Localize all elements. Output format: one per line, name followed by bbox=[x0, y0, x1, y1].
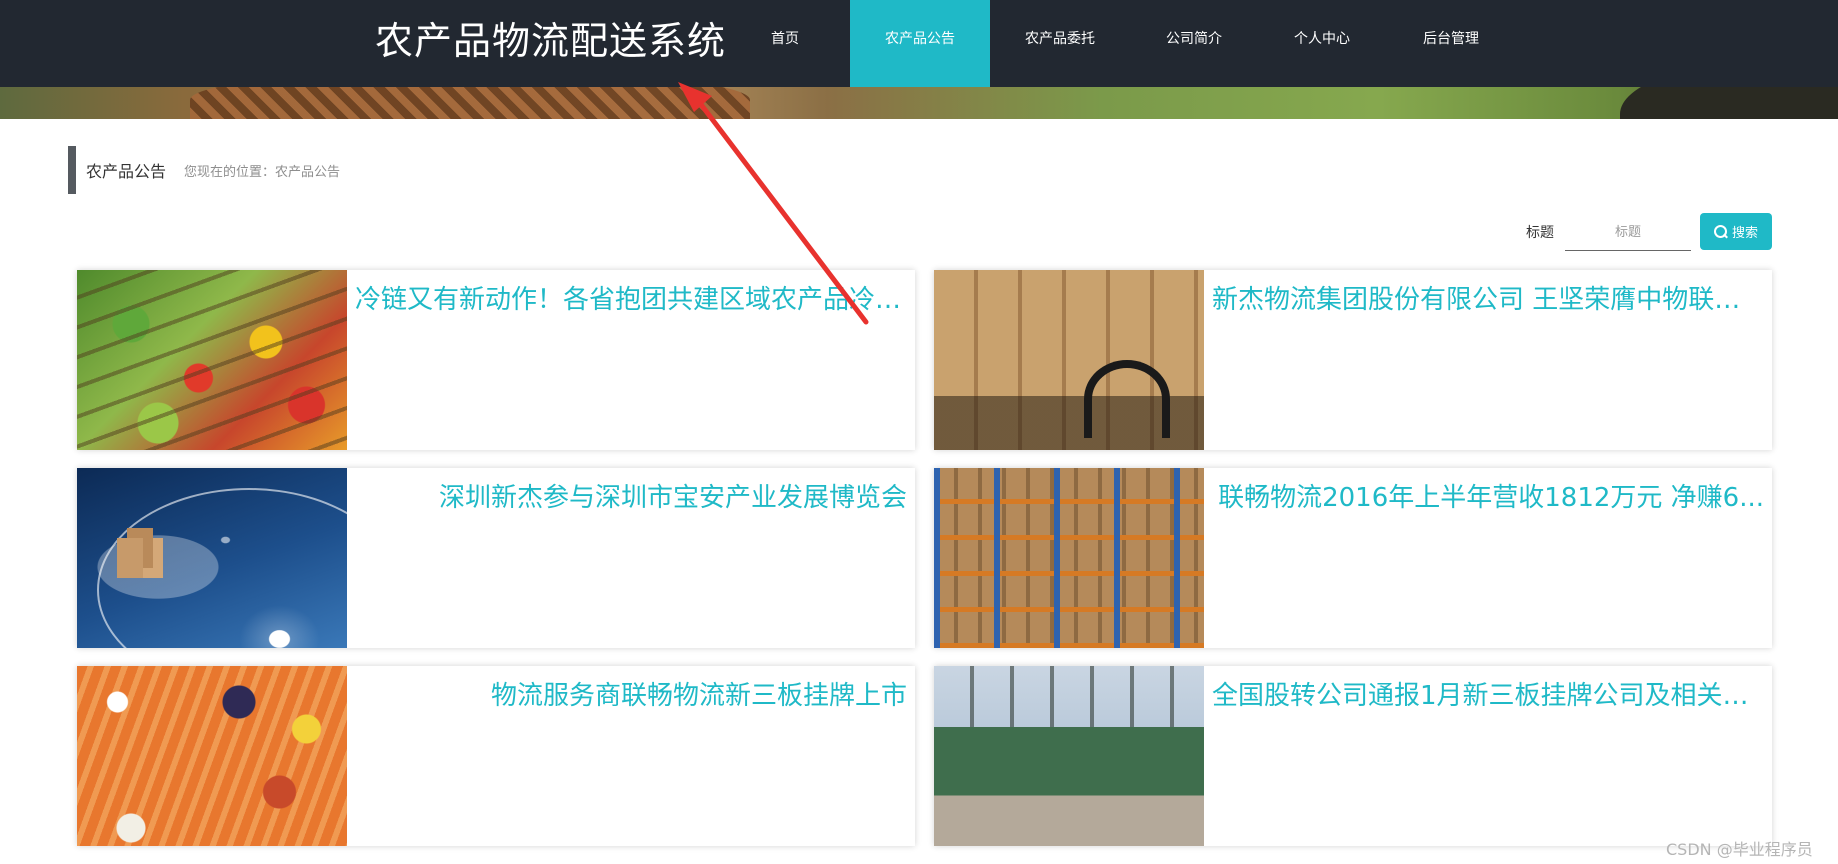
nav-item-home[interactable]: 首页 bbox=[720, 0, 850, 87]
announcement-card[interactable]: 物流服务商联畅物流新三板挂牌上市 bbox=[77, 666, 915, 846]
nav-item-company-intro[interactable]: 公司简介 bbox=[1130, 0, 1258, 87]
card-title[interactable]: 全国股转公司通报1月新三板挂牌公司及相关主体 bbox=[1204, 666, 1772, 846]
nav-item-admin[interactable]: 后台管理 bbox=[1386, 0, 1516, 87]
nav-item-personal-center[interactable]: 个人中心 bbox=[1258, 0, 1386, 87]
search-input[interactable] bbox=[1565, 215, 1691, 251]
search-button-label: 搜索 bbox=[1731, 226, 1758, 241]
top-navigation-bar: 农产品物流配送系统 首页 农产品公告 农产品委托 公司简介 个人中心 后台管理 bbox=[0, 0, 1838, 87]
card-thumbnail[interactable] bbox=[934, 666, 1204, 846]
card-title[interactable]: 深圳新杰参与深圳市宝安产业发展博览会 bbox=[347, 468, 915, 648]
search-button[interactable]: 搜索 bbox=[1700, 213, 1772, 250]
announcement-card[interactable]: 全国股转公司通报1月新三板挂牌公司及相关主体 bbox=[934, 666, 1772, 846]
section-title: 农产品公告 bbox=[86, 162, 167, 181]
card-title[interactable]: 新杰物流集团股份有限公司 王坚荣膺中物联年度人物 bbox=[1204, 270, 1772, 450]
card-thumbnail[interactable] bbox=[77, 270, 347, 450]
card-thumbnail[interactable] bbox=[77, 666, 347, 846]
announcement-card[interactable]: 冷链又有新动作！各省抱团共建区域农产品冷链物流体系 bbox=[77, 270, 915, 450]
nav-item-product-entrust[interactable]: 农产品委托 bbox=[990, 0, 1130, 87]
announcement-card[interactable]: 新杰物流集团股份有限公司 王坚荣膺中物联年度人物 bbox=[934, 270, 1772, 450]
card-title[interactable]: 物流服务商联畅物流新三板挂牌上市 bbox=[347, 666, 915, 846]
announcement-card[interactable]: 深圳新杰参与深圳市宝安产业发展博览会 bbox=[77, 468, 915, 648]
breadcrumb: 您现在的位置：农产品公告 bbox=[184, 164, 341, 180]
search-icon bbox=[1713, 224, 1728, 239]
main-nav: 首页 农产品公告 农产品委托 公司简介 个人中心 后台管理 bbox=[720, 0, 1516, 87]
announcement-card[interactable]: 联畅物流2016年上半年营收1812万元 净赚6... bbox=[934, 468, 1772, 648]
card-thumbnail[interactable] bbox=[934, 270, 1204, 450]
section-header: 农产品公告 您现在的位置：农产品公告 bbox=[68, 146, 340, 194]
watermark: CSDN @毕业程序员 bbox=[1666, 840, 1813, 859]
card-thumbnail[interactable] bbox=[77, 468, 347, 648]
search-label: 标题 bbox=[1526, 225, 1554, 241]
nav-item-product-announcements[interactable]: 农产品公告 bbox=[850, 0, 990, 87]
card-thumbnail[interactable] bbox=[934, 468, 1204, 648]
card-title[interactable]: 冷链又有新动作！各省抱团共建区域农产品冷链物流体系 bbox=[347, 270, 915, 450]
card-title[interactable]: 联畅物流2016年上半年营收1812万元 净赚6... bbox=[1204, 468, 1772, 648]
section-accent-bar bbox=[68, 146, 76, 194]
site-title: 农产品物流配送系统 bbox=[375, 19, 727, 63]
